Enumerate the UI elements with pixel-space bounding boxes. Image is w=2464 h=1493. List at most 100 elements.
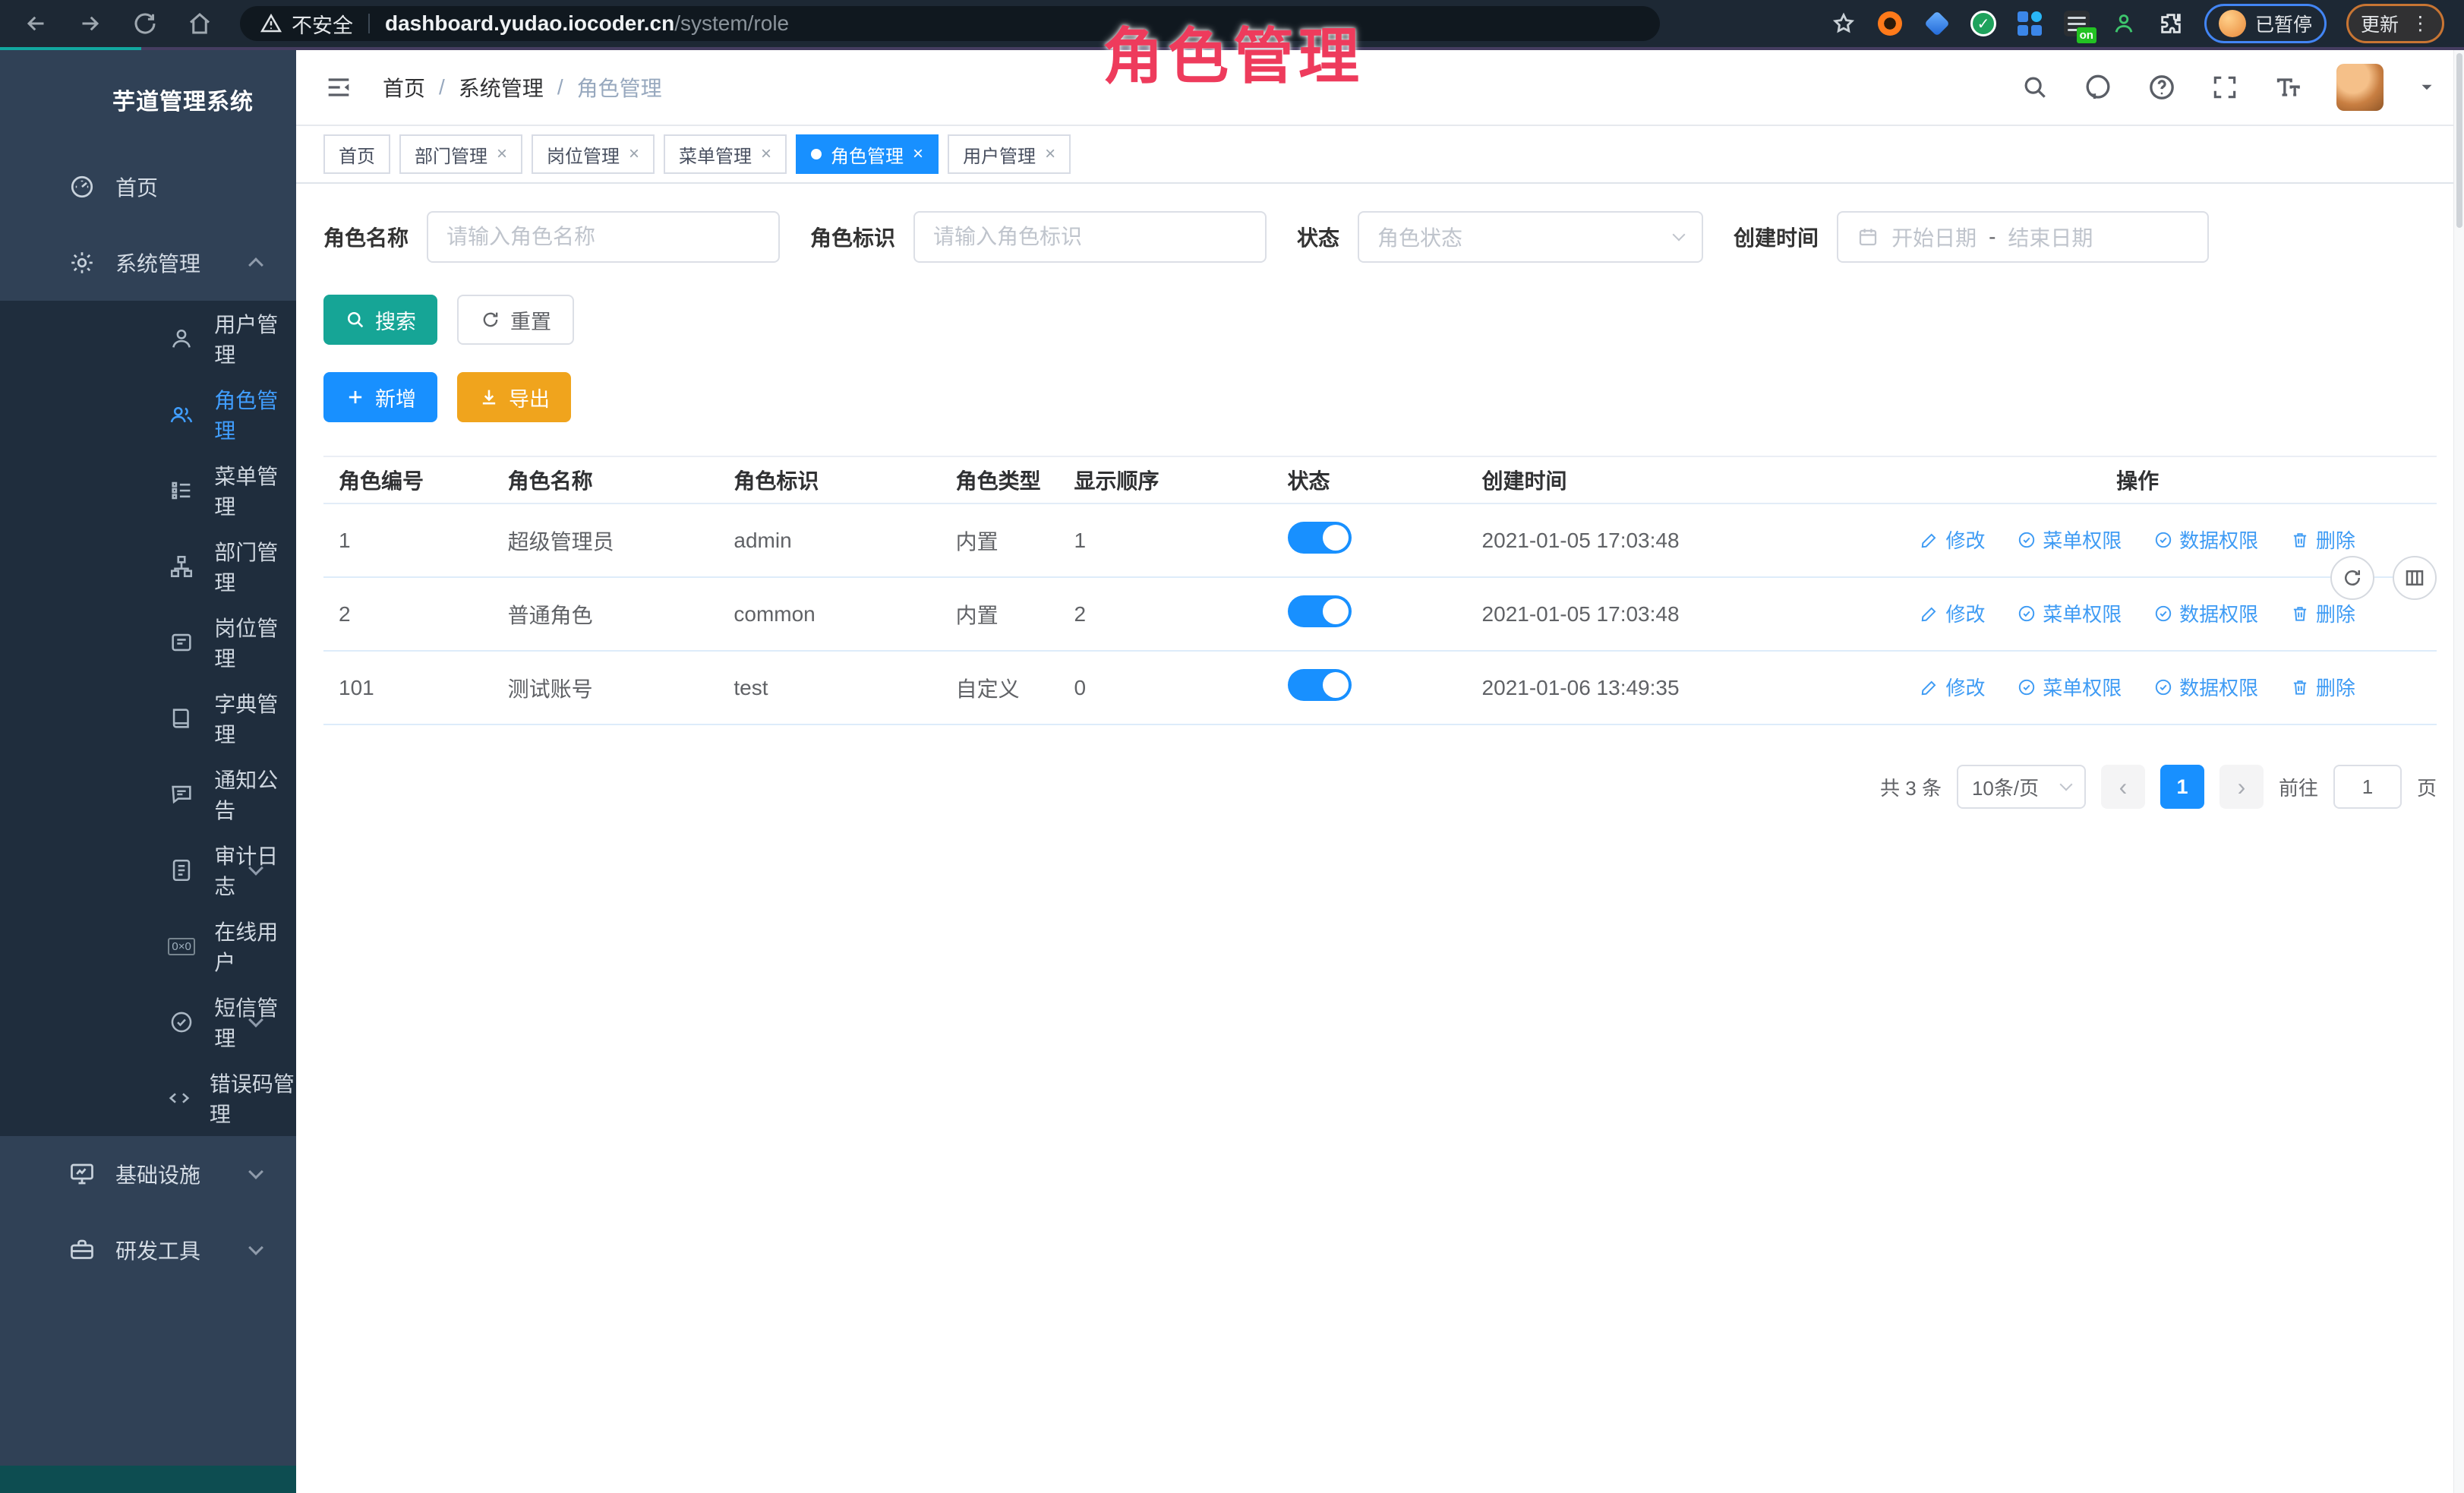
next-page-button[interactable]: › bbox=[2219, 765, 2264, 809]
scrollbar-thumb[interactable] bbox=[2456, 53, 2462, 228]
filter-form: 角色名称 角色标识 状态 角色状态 创建时间 开始日期 - 结束日期 bbox=[323, 211, 2437, 263]
sidebar-item-infra[interactable]: 基础设施 bbox=[0, 1136, 296, 1212]
page-unit-label: 页 bbox=[2417, 773, 2437, 801]
font-size-icon[interactable] bbox=[2273, 72, 2303, 103]
edit-link[interactable]: 修改 bbox=[1920, 599, 1985, 627]
date-start-placeholder: 开始日期 bbox=[1891, 222, 1977, 252]
current-page-button[interactable]: 1 bbox=[2160, 765, 2204, 809]
delete-link[interactable]: 删除 bbox=[2290, 526, 2355, 554]
refresh-table-button[interactable] bbox=[2330, 556, 2374, 600]
tab-post-mgmt[interactable]: 岗位管理 × bbox=[532, 134, 655, 174]
browser-update-button[interactable]: 更新 ⋮ bbox=[2346, 4, 2444, 43]
menu-permission-link[interactable]: 菜单权限 bbox=[2017, 599, 2122, 627]
date-range-picker[interactable]: 开始日期 - 结束日期 bbox=[1837, 211, 2209, 263]
status-toggle-on[interactable] bbox=[1288, 595, 1352, 627]
sidebar-item-audit-log[interactable]: 审计日志 bbox=[0, 832, 296, 908]
browser-scrollbar bbox=[2453, 50, 2464, 1493]
sidebar-item-errorcode-mgmt[interactable]: 错误码管理 bbox=[0, 1060, 296, 1136]
export-button[interactable]: 导出 bbox=[457, 372, 571, 422]
extension-gem-icon[interactable] bbox=[1923, 10, 1951, 37]
browser-back-button[interactable] bbox=[21, 9, 50, 38]
tab-home[interactable]: 首页 bbox=[323, 134, 390, 174]
document-log-icon bbox=[166, 857, 197, 883]
prev-page-button[interactable]: ‹ bbox=[2101, 765, 2145, 809]
sidebar-item-label: 字典管理 bbox=[214, 688, 296, 749]
sidebar-item-role-mgmt[interactable]: 角色管理 bbox=[0, 377, 296, 453]
help-icon[interactable] bbox=[2147, 72, 2177, 103]
add-button[interactable]: 新增 bbox=[323, 372, 437, 422]
tab-dept-mgmt[interactable]: 部门管理 × bbox=[399, 134, 522, 174]
bookmark-star-icon[interactable] bbox=[1831, 11, 1857, 36]
sidebar-item-label: 通知公告 bbox=[214, 764, 296, 825]
extension-tampermonkey-icon[interactable]: on bbox=[2063, 10, 2090, 37]
close-icon[interactable]: × bbox=[629, 144, 639, 165]
page-size-select[interactable]: 10条/页 bbox=[1957, 765, 2086, 809]
extension-adblock-icon[interactable] bbox=[1876, 10, 1904, 37]
edit-link[interactable]: 修改 bbox=[1920, 673, 1985, 701]
pagination: 共 3 条 10条/页 ‹ 1 › 前往 页 bbox=[323, 765, 2437, 809]
close-icon[interactable]: × bbox=[913, 144, 923, 165]
browser-forward-button[interactable] bbox=[76, 9, 105, 38]
breadcrumb: 首页 / 系统管理 / 角色管理 bbox=[383, 72, 662, 103]
sidebar-item-online-users[interactable]: 0×0 在线用户 bbox=[0, 908, 296, 984]
data-permission-link[interactable]: 数据权限 bbox=[2153, 673, 2258, 701]
sidebar-item-devtools[interactable]: 研发工具 bbox=[0, 1212, 296, 1288]
menu-permission-link[interactable]: 菜单权限 bbox=[2017, 526, 2122, 554]
close-icon[interactable]: × bbox=[1045, 144, 1055, 165]
breadcrumb-home[interactable]: 首页 bbox=[383, 72, 425, 103]
role-name-input[interactable] bbox=[446, 225, 760, 249]
browser-reload-button[interactable] bbox=[131, 9, 159, 38]
column-settings-button[interactable] bbox=[2393, 556, 2437, 600]
sidebar-toggle-icon[interactable] bbox=[323, 72, 354, 103]
breadcrumb-system[interactable]: 系统管理 bbox=[459, 72, 544, 103]
extension-grid-icon[interactable] bbox=[2016, 10, 2043, 37]
sidebar-item-home[interactable]: 首页 bbox=[0, 149, 296, 225]
search-button[interactable]: 搜索 bbox=[323, 295, 437, 345]
caret-down-icon[interactable] bbox=[2417, 77, 2437, 97]
role-key-input[interactable] bbox=[933, 225, 1247, 249]
fullscreen-icon[interactable] bbox=[2210, 73, 2239, 102]
delete-link[interactable]: 删除 bbox=[2290, 673, 2355, 701]
tab-role-mgmt[interactable]: 角色管理 × bbox=[796, 134, 939, 174]
extensions-puzzle-icon[interactable] bbox=[2157, 10, 2185, 37]
sidebar-item-dict-mgmt[interactable]: 字典管理 bbox=[0, 680, 296, 756]
close-icon[interactable]: × bbox=[761, 144, 771, 165]
tab-menu-mgmt[interactable]: 菜单管理 × bbox=[664, 134, 787, 174]
app-logo-row[interactable]: 芋道管理系统 bbox=[0, 50, 296, 149]
extension-sprout-icon[interactable] bbox=[2110, 10, 2137, 37]
close-icon[interactable]: × bbox=[497, 144, 507, 165]
goto-page-input[interactable] bbox=[2333, 765, 2402, 809]
data-permission-link[interactable]: 数据权限 bbox=[2153, 599, 2258, 627]
reset-button[interactable]: 重置 bbox=[457, 295, 574, 345]
chevron-down-icon bbox=[1673, 229, 1686, 241]
sidebar-item-label: 角色管理 bbox=[214, 384, 296, 445]
sidebar-item-menu-mgmt[interactable]: 菜单管理 bbox=[0, 453, 296, 529]
cell-role-id: 2 bbox=[323, 577, 493, 651]
sidebar-item-sms-mgmt[interactable]: 短信管理 bbox=[0, 984, 296, 1060]
sidebar-item-system[interactable]: 系统管理 bbox=[0, 225, 296, 301]
browser-profile-button[interactable]: 已暂停 bbox=[2204, 4, 2327, 43]
status-toggle-on[interactable] bbox=[1288, 522, 1352, 554]
data-permission-link[interactable]: 数据权限 bbox=[2153, 526, 2258, 554]
sidebar-item-notice[interactable]: 通知公告 bbox=[0, 756, 296, 832]
extension-check-icon[interactable]: ✓ bbox=[1970, 11, 1996, 36]
search-icon[interactable] bbox=[2021, 73, 2049, 102]
browser-menu-icon[interactable]: ⋮ bbox=[2411, 12, 2430, 35]
sidebar-item-label: 在线用户 bbox=[214, 916, 296, 977]
user-avatar[interactable] bbox=[2336, 64, 2384, 111]
create-time-label: 创建时间 bbox=[1734, 222, 1819, 252]
menu-permission-link[interactable]: 菜单权限 bbox=[2017, 673, 2122, 701]
sidebar-item-dept-mgmt[interactable]: 部门管理 bbox=[0, 529, 296, 604]
status-select[interactable]: 角色状态 bbox=[1358, 211, 1703, 263]
date-end-placeholder: 结束日期 bbox=[2008, 222, 2093, 252]
browser-home-button[interactable] bbox=[185, 9, 214, 38]
github-icon[interactable] bbox=[2083, 72, 2113, 103]
address-bar[interactable]: 不安全 dashboard.yudao.iocoder.cn /system/r… bbox=[240, 6, 1660, 41]
delete-link[interactable]: 删除 bbox=[2290, 599, 2355, 627]
edit-link[interactable]: 修改 bbox=[1920, 526, 1985, 554]
status-toggle-on[interactable] bbox=[1288, 669, 1352, 701]
tab-user-mgmt[interactable]: 用户管理 × bbox=[948, 134, 1071, 174]
sidebar-item-post-mgmt[interactable]: 岗位管理 bbox=[0, 604, 296, 680]
sidebar-item-label: 错误码管理 bbox=[210, 1068, 296, 1128]
sidebar-item-user-mgmt[interactable]: 用户管理 bbox=[0, 301, 296, 377]
